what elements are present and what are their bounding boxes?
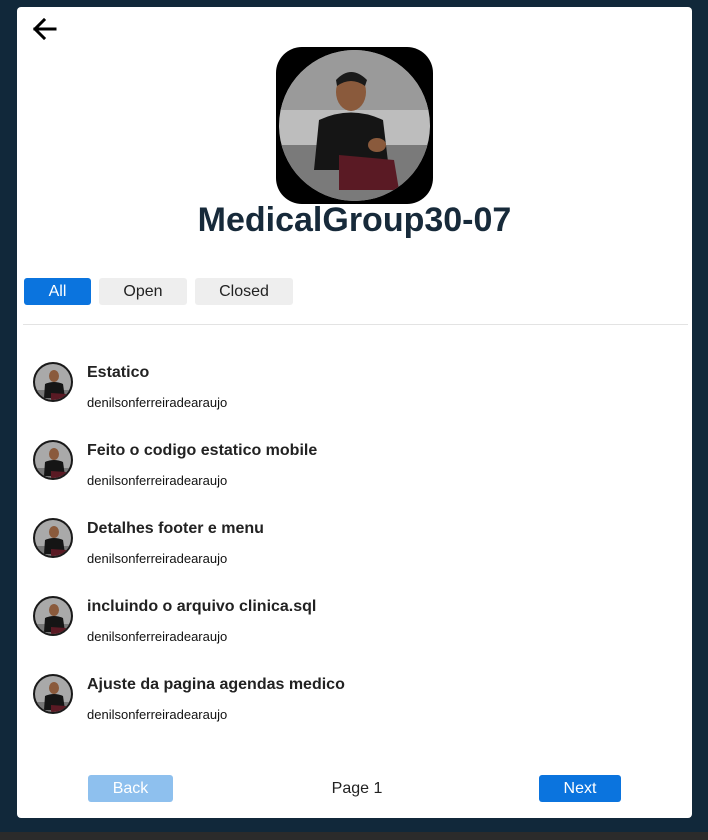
item-title[interactable]: Detalhes footer e menu bbox=[87, 520, 264, 538]
item-author: denilsonferreiradearaujo bbox=[87, 629, 228, 644]
list-item[interactable]: Estatico denilsonferreiradearaujo bbox=[17, 362, 692, 422]
list-item[interactable]: Ajuste da pagina agendas medico denilsonf… bbox=[17, 674, 692, 734]
avatar bbox=[33, 596, 73, 636]
page-indicator: Page 1 bbox=[331, 780, 383, 797]
avatar bbox=[33, 674, 73, 714]
item-author: denilsonferreiradearaujo bbox=[87, 395, 228, 410]
avatar bbox=[33, 440, 73, 480]
avatar bbox=[33, 362, 73, 402]
item-title[interactable]: Ajuste da pagina agendas medico bbox=[87, 676, 345, 694]
window-bottom-strip bbox=[0, 832, 708, 840]
item-author: denilsonferreiradearaujo bbox=[87, 551, 228, 566]
divider bbox=[23, 324, 688, 325]
list-item[interactable]: Detalhes footer e menu denilsonferreirade… bbox=[17, 518, 692, 578]
tab-open[interactable]: Open bbox=[99, 278, 187, 305]
item-title[interactable]: Feito o codigo estatico mobile bbox=[87, 442, 317, 460]
item-title[interactable]: incluindo o arquivo clinica.sql bbox=[87, 598, 316, 616]
item-author: denilsonferreiradearaujo bbox=[87, 707, 228, 722]
item-author: denilsonferreiradearaujo bbox=[87, 473, 228, 488]
list-item[interactable]: Feito o codigo estatico mobile denilsonfe… bbox=[17, 440, 692, 500]
tab-closed[interactable]: Closed bbox=[195, 278, 293, 305]
item-title[interactable]: Estatico bbox=[87, 364, 149, 382]
back-button[interactable]: Back bbox=[88, 775, 173, 802]
group-title: MedicalGroup30-07 bbox=[197, 201, 512, 239]
list-item[interactable]: incluindo o arquivo clinica.sql denilsonf… bbox=[17, 596, 692, 656]
group-avatar bbox=[276, 47, 433, 204]
tab-all[interactable]: All bbox=[24, 278, 91, 305]
group-card: MedicalGroup30-07 All Open Closed Estati… bbox=[17, 7, 692, 818]
avatar bbox=[33, 518, 73, 558]
avatar-photo bbox=[279, 50, 430, 201]
arrow-left-icon[interactable] bbox=[33, 18, 57, 40]
next-button[interactable]: Next bbox=[539, 775, 621, 802]
